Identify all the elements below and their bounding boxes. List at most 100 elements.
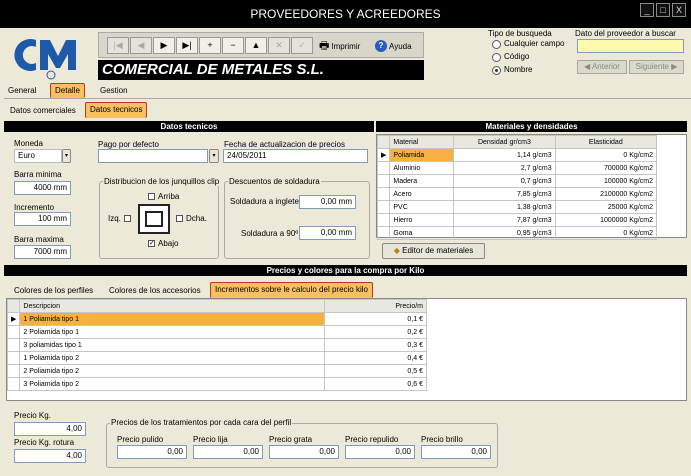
column-header[interactable]: Precio/m — [324, 299, 427, 313]
previous-record-button[interactable]: ◀ — [130, 37, 152, 54]
barra-maxima-label: Barra maxima — [14, 235, 64, 244]
radio-name[interactable] — [492, 66, 501, 75]
search-previous-label: Anterior — [591, 62, 620, 71]
izq-checkbox[interactable] — [124, 215, 131, 222]
column-header[interactable]: Descripcion — [19, 299, 326, 313]
table-row[interactable]: PVC 1,38 g/cm3 25000 Kg/cm2 — [376, 200, 658, 214]
precio-grata-input[interactable]: 0,00 — [269, 445, 339, 459]
material-cell: Poliamida — [389, 148, 455, 162]
table-row[interactable]: 3 Poliamida tipo 2 0,6 € — [6, 377, 427, 391]
barra-maxima-input[interactable]: 7000 mm — [14, 245, 71, 259]
tab-colores-accesorios[interactable]: Colores de los accesorios — [105, 284, 205, 298]
precio-kg-input[interactable]: 4,00 — [14, 422, 86, 436]
elasticidad-cell: 100000 Kg/cm2 — [554, 174, 658, 188]
precio-cell: 0,2 € — [324, 325, 427, 339]
precio-lija-input[interactable]: 0,00 — [193, 445, 263, 459]
close-button[interactable]: X — [672, 3, 686, 17]
table-row[interactable]: Madera 0,7 g/cm3 100000 Kg/cm2 — [376, 174, 658, 188]
barra-minima-input[interactable]: 4000 mm — [14, 181, 71, 195]
incremento-input[interactable]: 100 mm — [14, 212, 71, 226]
subtab-datos-comerciales[interactable]: Datos comerciales — [6, 104, 80, 118]
table-row[interactable]: 3 poliamidas tipo 1 0,3 € — [6, 338, 427, 352]
moneda-dropdown-arrow[interactable]: ▾ — [62, 149, 71, 163]
radio-any-field[interactable] — [492, 40, 501, 49]
profile-frame-icon — [138, 204, 170, 234]
inglete-label: Soldadura a inglete — [230, 197, 299, 206]
print-label: Imprimir — [331, 41, 361, 51]
last-record-button[interactable]: ▶| — [176, 37, 198, 54]
pago-dropdown-arrow[interactable]: ▾ — [209, 149, 219, 163]
table-row[interactable]: Acero 7,85 g/cm3 2100000 Kg/cm2 — [376, 187, 658, 201]
radio-any-field-label: Cualquier campo — [504, 39, 565, 48]
precio-brillo-input[interactable]: 0,00 — [421, 445, 491, 459]
moneda-label: Moneda — [14, 139, 43, 148]
tab-detalle[interactable]: Detalle — [50, 83, 85, 98]
tab-general[interactable]: General — [4, 84, 40, 98]
table-row[interactable]: Goma 0,95 g/cm3 0 Kg/cm2 — [376, 226, 658, 240]
editor-materiales-label: Editor de materiales — [402, 246, 474, 255]
column-header[interactable]: Material — [389, 135, 455, 149]
search-next-button[interactable]: Siguiente ▶ — [629, 60, 684, 74]
dcha-checkbox[interactable] — [176, 215, 183, 222]
precio-repulido-input[interactable]: 0,00 — [345, 445, 415, 459]
precio-cell: 0,1 € — [324, 312, 427, 326]
moneda-select[interactable]: Euro — [14, 149, 62, 163]
help-button[interactable]: ? Ayuda — [375, 38, 412, 54]
table-row[interactable]: 2 Poliamida tipo 1 0,2 € — [6, 325, 427, 339]
tab-gestion[interactable]: Gestion — [96, 84, 132, 98]
add-record-button[interactable]: + — [199, 37, 221, 54]
densidad-cell: 7,85 g/cm3 — [453, 187, 556, 201]
inglete-input[interactable]: 0,00 mm — [299, 195, 356, 209]
pago-select[interactable] — [98, 149, 208, 163]
precio-cell: 0,6 € — [324, 377, 427, 391]
elasticidad-cell: 1000000 Kg/cm2 — [554, 213, 658, 227]
tab-incrementos[interactable]: Incrementos sobre le calculo del precio … — [210, 282, 373, 298]
table-row[interactable]: 2 Poliamida tipo 2 0,5 € — [6, 364, 427, 378]
precio-cell: 0,4 € — [324, 351, 427, 365]
noventa-input[interactable]: 0,00 mm — [299, 226, 356, 240]
densidad-cell: 0,95 g/cm3 — [453, 226, 556, 240]
table-row[interactable]: ▶ Poliamida 1,14 g/cm3 0 Kg/cm2 — [376, 148, 658, 162]
radio-code[interactable] — [492, 53, 501, 62]
search-previous-button[interactable]: ◀ Anterior — [577, 60, 627, 74]
first-record-button[interactable]: |◀ — [107, 37, 129, 54]
noventa-label: Soldadura a 90º — [241, 229, 299, 238]
table-row[interactable]: 1 Poliamida tipo 2 0,4 € — [6, 351, 427, 365]
table-row[interactable]: ▶ 1 Poliamida tipo 1 0,1 € — [6, 312, 427, 326]
fecha-input[interactable]: 24/05/2011 — [223, 149, 368, 163]
confirm-edit-button[interactable]: ✓ — [291, 37, 313, 54]
descripcion-cell: 3 poliamidas tipo 1 — [19, 338, 326, 352]
table-row[interactable]: Aluminio 2,7 g/cm3 700000 Kg/cm2 — [376, 161, 658, 175]
help-icon: ? — [375, 40, 387, 52]
minimize-button[interactable]: _ — [640, 3, 654, 17]
row-indicator-icon: ▶ — [376, 148, 391, 162]
cancel-edit-button[interactable]: ✕ — [268, 37, 290, 54]
arriba-label: Arriba — [158, 192, 180, 201]
delete-record-button[interactable]: − — [222, 37, 244, 54]
next-record-button[interactable]: ▶ — [153, 37, 175, 54]
fecha-label: Fecha de actualizacion de precios — [224, 140, 345, 149]
precio-grata-label: Precio grata — [269, 435, 313, 444]
pago-label: Pago por defecto — [98, 140, 159, 149]
subtab-datos-tecnicos[interactable]: Datos tecnicos — [85, 102, 148, 118]
print-button[interactable]: 🖶 Imprimir — [319, 38, 360, 54]
editor-materiales-button[interactable]: ◆ Editor de materiales — [382, 243, 485, 259]
densidad-cell: 0,7 g/cm3 — [453, 174, 556, 188]
abajo-checkbox[interactable]: ✓ — [148, 240, 155, 247]
precio-pulido-input[interactable]: 0,00 — [117, 445, 187, 459]
edit-record-button[interactable]: ▲ — [245, 37, 267, 54]
table-row[interactable]: Hierro 7,87 g/cm3 1000000 Kg/cm2 — [376, 213, 658, 227]
tab-colores-perfiles[interactable]: Colores de los perfiles — [10, 284, 97, 298]
column-header[interactable]: Elasticidad — [554, 135, 658, 149]
izq-label: Izq. — [108, 214, 121, 223]
precio-rotura-input[interactable]: 4,00 — [14, 449, 86, 463]
elasticidad-cell: 0 Kg/cm2 — [554, 148, 658, 162]
densidad-cell: 7,87 g/cm3 — [453, 213, 556, 227]
arriba-checkbox[interactable] — [148, 193, 155, 200]
precio-cell: 0,3 € — [324, 338, 427, 352]
maximize-button[interactable]: □ — [656, 3, 670, 17]
precios-header: Precios y colores para la compra por Kil… — [4, 265, 687, 276]
elasticidad-cell: 2100000 Kg/cm2 — [554, 187, 658, 201]
search-input[interactable] — [577, 39, 684, 53]
column-header[interactable]: Densidad gr/cm3 — [453, 135, 556, 149]
